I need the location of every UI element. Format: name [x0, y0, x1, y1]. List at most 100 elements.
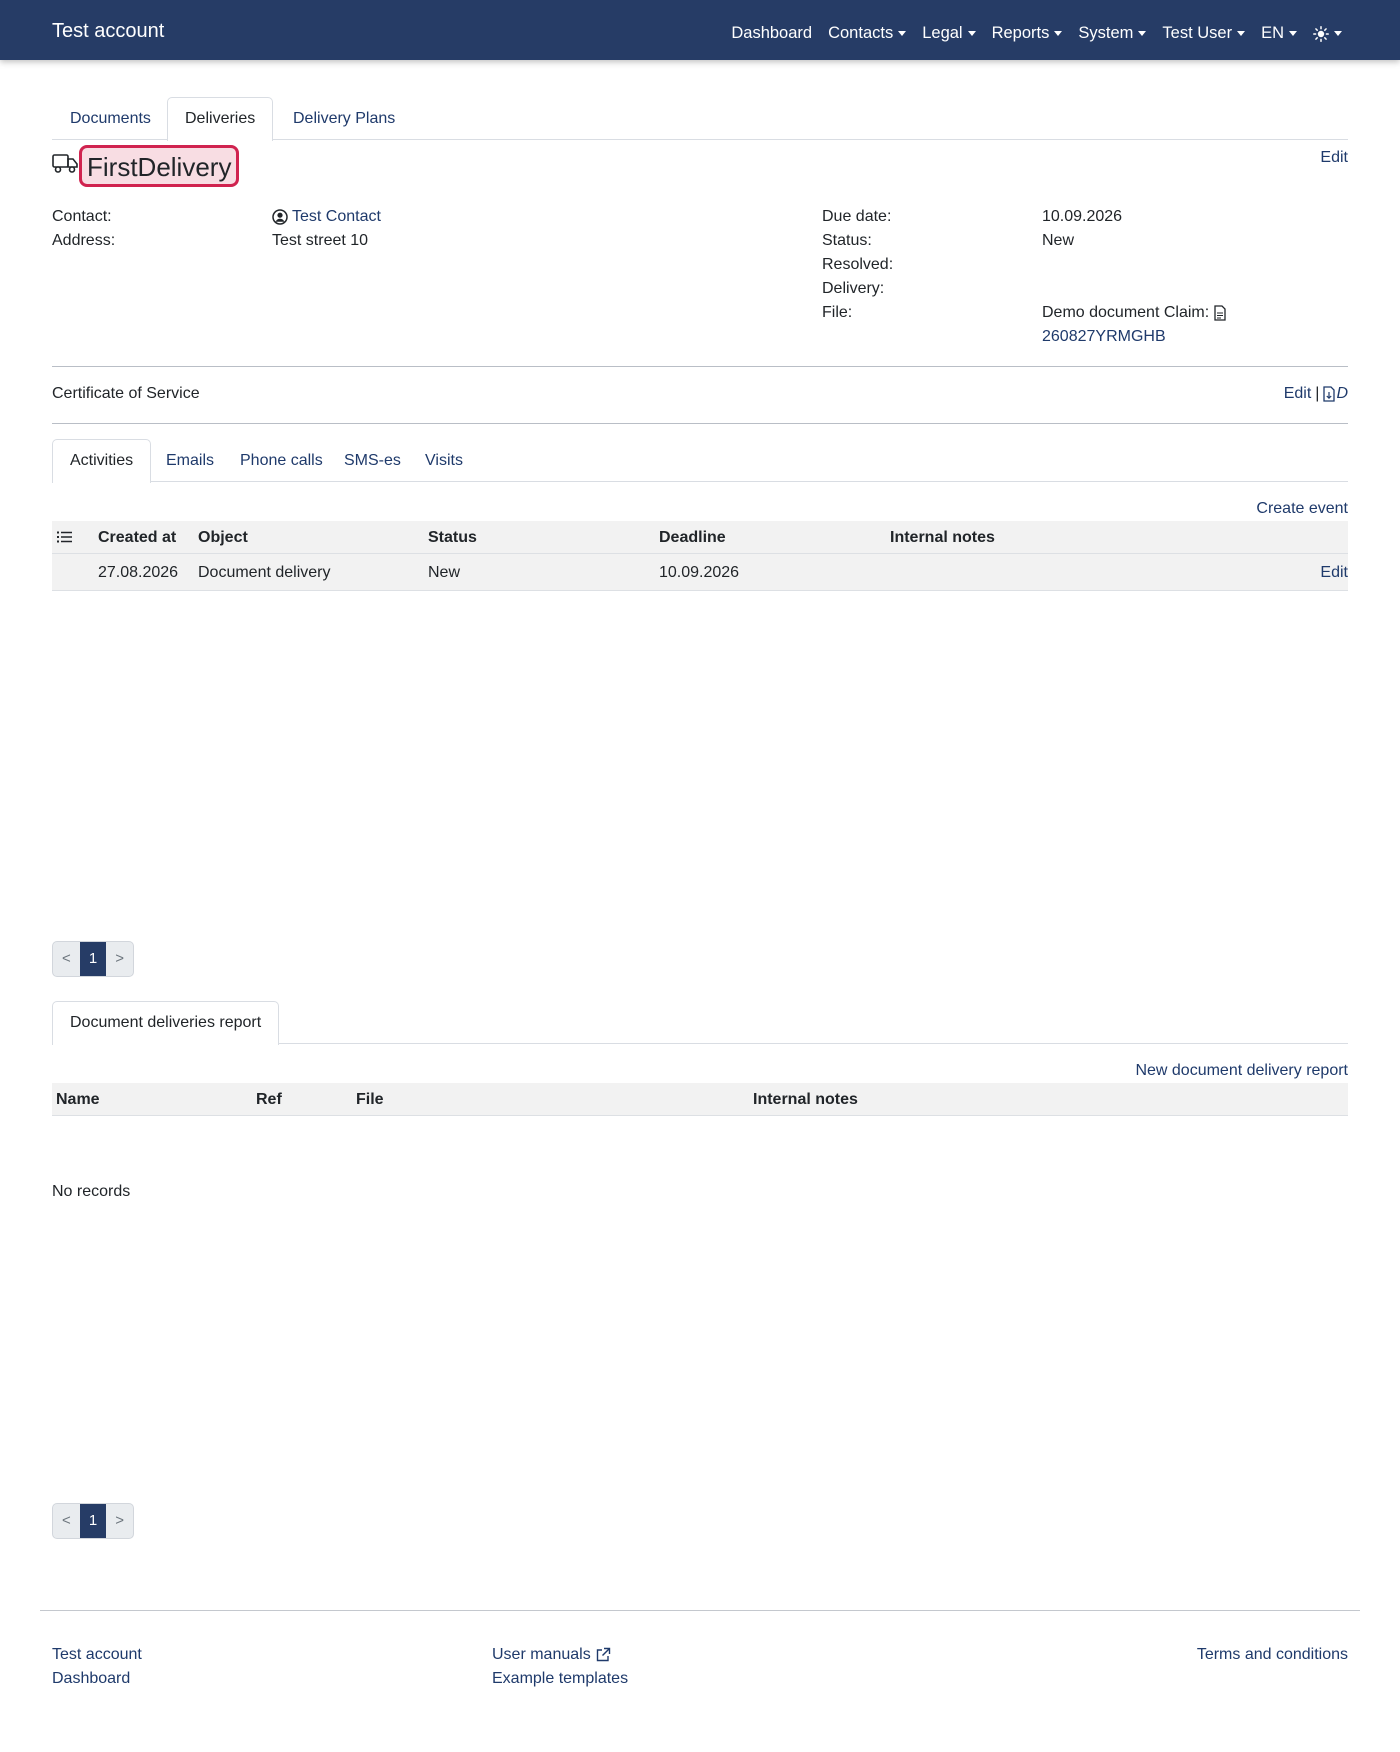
column-header-status[interactable]: Status	[428, 521, 477, 554]
contact-link[interactable]: Test Contact	[272, 208, 381, 226]
brand-link[interactable]: Test account	[52, 20, 164, 43]
caret-down-icon	[967, 31, 976, 36]
tab-document-deliveries-report[interactable]: Document deliveries report	[52, 1001, 280, 1045]
tab-visits[interactable]: Visits	[407, 439, 481, 482]
status-label: Status:	[822, 232, 872, 249]
caret-down-icon	[1138, 31, 1147, 36]
file-text-icon[interactable]	[1214, 305, 1226, 321]
pagination-prev[interactable]: <	[53, 1504, 80, 1538]
footer-link-account[interactable]: Test account	[52, 1646, 142, 1664]
caret-down-icon	[1054, 31, 1063, 36]
nav-dashboard-label: Dashboard	[731, 24, 813, 42]
resolved-label: Resolved:	[822, 256, 894, 273]
pagination-page[interactable]: 1	[79, 1504, 107, 1538]
caret-down-icon	[1334, 31, 1342, 36]
row-created: 27.08.2026	[98, 564, 179, 581]
row-object: Document delivery	[198, 564, 331, 581]
address-label: Address:	[52, 232, 116, 249]
column-header-notes[interactable]: Internal notes	[753, 1083, 858, 1116]
sun-icon	[1313, 25, 1329, 42]
certificate-download-link[interactable]: D	[1323, 385, 1348, 403]
tab-phone-calls[interactable]: Phone calls	[222, 439, 341, 482]
reports-tabs: Document deliveries report	[52, 1001, 1348, 1045]
truck-icon	[52, 154, 78, 173]
activity-tabs: Activities Emails Phone calls SMS-es Vis…	[52, 439, 1348, 483]
top-navbar: Test account Dashboard Contacts Legal Re…	[0, 0, 1400, 60]
column-header-file[interactable]: File	[356, 1083, 384, 1116]
column-header-created[interactable]: Created at	[98, 521, 176, 554]
nav-user-dropdown[interactable]: Test User	[1162, 24, 1246, 43]
certificate-doc-letter: D	[1336, 385, 1348, 402]
pagination-prev[interactable]: <	[53, 942, 80, 976]
file-document-name: Demo document Claim:	[1042, 304, 1210, 321]
nav-menu: Dashboard Contacts Legal Reports System …	[731, 24, 1342, 43]
nav-theme-dropdown[interactable]	[1313, 25, 1342, 42]
footer-link-user-manuals[interactable]: User manuals	[492, 1646, 611, 1664]
delivery-label: Delivery:	[822, 280, 885, 297]
separator: |	[1315, 385, 1320, 402]
column-header-ref[interactable]: Ref	[256, 1083, 282, 1116]
nav-contacts-dropdown[interactable]: Contacts	[828, 24, 907, 43]
user-manuals-label: User manuals	[492, 1646, 591, 1663]
nav-legal-label: Legal	[922, 24, 963, 42]
nav-language-label: EN	[1261, 24, 1284, 42]
pagination-next[interactable]: >	[106, 942, 133, 976]
caret-down-icon	[898, 31, 907, 36]
tab-sms[interactable]: SMS-es	[326, 439, 419, 482]
tab-activities[interactable]: Activities	[52, 439, 152, 483]
pagination-next[interactable]: >	[106, 1504, 133, 1538]
footer-link-terms[interactable]: Terms and conditions	[1197, 1646, 1348, 1664]
empty-state: No records	[52, 1183, 131, 1200]
certificate-edit-link[interactable]: Edit	[1284, 385, 1312, 403]
row-edit-link[interactable]: Edit	[1320, 554, 1348, 591]
file-value: Demo document Claim:	[1042, 304, 1226, 322]
caret-down-icon	[1289, 31, 1297, 36]
footer-link-templates[interactable]: Example templates	[492, 1670, 628, 1688]
nav-dashboard[interactable]: Dashboard	[731, 24, 812, 43]
delivery-header: FirstDelivery Edit	[52, 145, 1348, 187]
pagination: < 1 >	[52, 1503, 134, 1539]
nav-legal-dropdown[interactable]: Legal	[922, 24, 976, 43]
footer-link-dashboard[interactable]: Dashboard	[52, 1670, 130, 1688]
column-header-object[interactable]: Object	[198, 521, 248, 554]
certificate-label: Certificate of Service	[52, 385, 200, 402]
edit-delivery-link[interactable]: Edit	[1320, 149, 1348, 167]
due-date-label: Due date:	[822, 208, 892, 225]
row-deadline: 10.09.2026	[659, 564, 740, 581]
user-circle-icon	[272, 209, 288, 225]
activities-table-header: Created at Object Status Deadline Intern…	[52, 521, 1348, 554]
nav-language-dropdown[interactable]: EN	[1261, 24, 1297, 43]
certificate-actions: Edit | D	[1284, 385, 1348, 403]
divider	[52, 423, 1348, 424]
pagination: < 1 >	[52, 941, 134, 977]
file-download-icon	[1323, 386, 1336, 402]
column-header-notes[interactable]: Internal notes	[890, 521, 995, 554]
new-report-link[interactable]: New document delivery report	[1135, 1062, 1348, 1080]
nav-reports-label: Reports	[991, 24, 1050, 42]
nav-contacts-label: Contacts	[828, 24, 894, 42]
file-label: File:	[822, 304, 853, 321]
tab-emails[interactable]: Emails	[148, 439, 232, 482]
page-title: FirstDelivery	[79, 145, 240, 187]
column-header-deadline[interactable]: Deadline	[659, 521, 726, 554]
create-event-link[interactable]: Create event	[1256, 500, 1348, 518]
nav-system-dropdown[interactable]: System	[1078, 24, 1147, 43]
nav-reports-dropdown[interactable]: Reports	[992, 24, 1063, 43]
tab-delivery-plans[interactable]: Delivery Plans	[275, 97, 413, 140]
tab-deliveries[interactable]: Deliveries	[167, 97, 274, 141]
nav-user-label: Test User	[1162, 24, 1233, 42]
row-status: New	[428, 564, 461, 581]
external-link-icon	[596, 1647, 610, 1662]
pagination-page[interactable]: 1	[79, 942, 107, 976]
column-header-name[interactable]: Name	[56, 1083, 100, 1116]
caret-down-icon	[1237, 31, 1246, 36]
table-row: 27.08.2026 Document delivery New 10.09.2…	[52, 554, 1348, 591]
footer-divider	[40, 1610, 1360, 1611]
due-date-value: 10.09.2026	[1042, 208, 1123, 225]
file-claim-link[interactable]: 260827YRMGHB	[1042, 328, 1166, 346]
nav-system-label: System	[1078, 24, 1134, 42]
contact-name: Test Contact	[292, 208, 381, 225]
main-tabs: Documents Deliveries Delivery Plans	[52, 97, 1348, 141]
list-icon[interactable]	[57, 530, 72, 544]
tab-documents[interactable]: Documents	[52, 97, 169, 140]
